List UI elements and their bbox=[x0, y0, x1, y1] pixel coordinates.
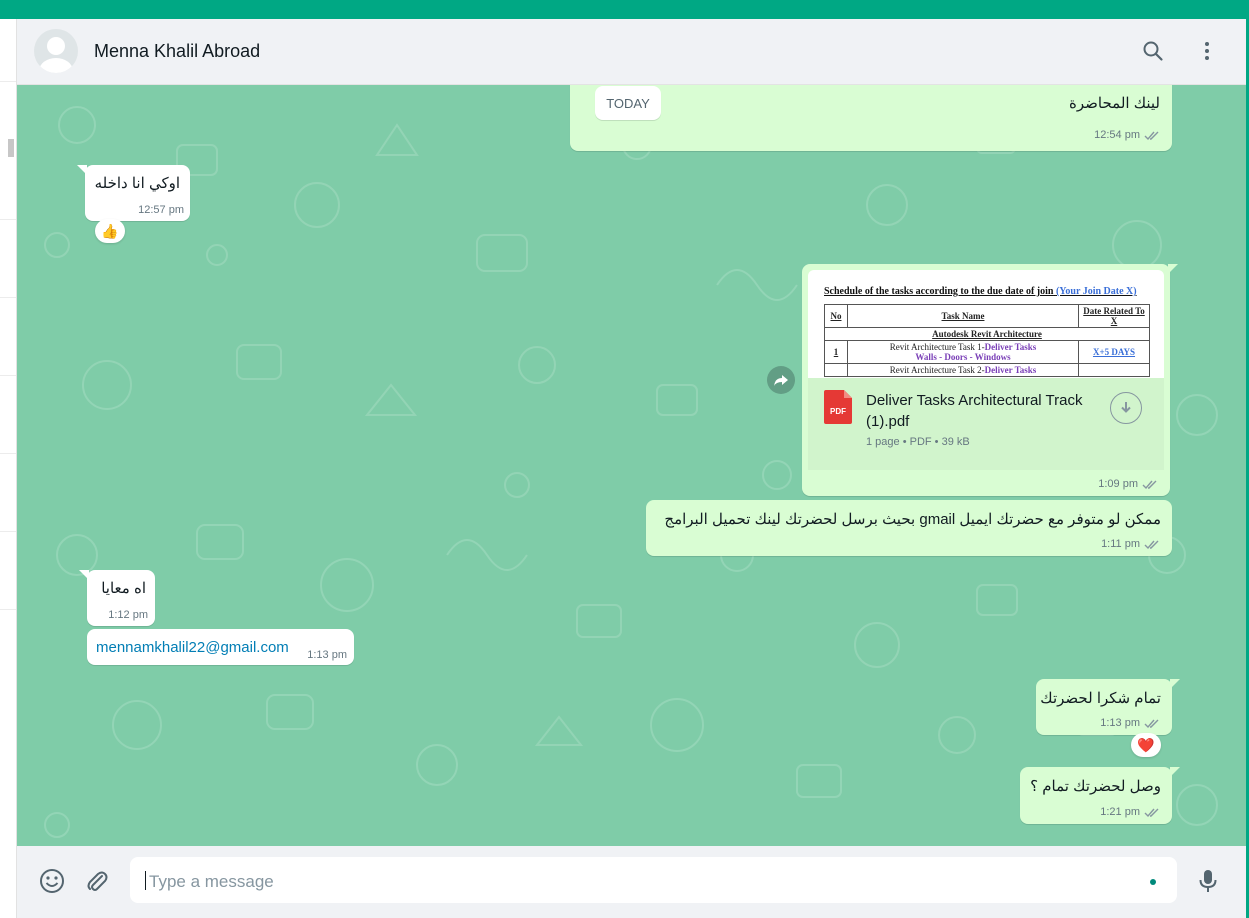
message-meta: 12:54 pm bbox=[1094, 129, 1160, 141]
document-preview[interactable]: Schedule of the tasks according to the d… bbox=[808, 270, 1164, 378]
message-meta: 12:57 pm bbox=[138, 204, 184, 216]
preview-title: Schedule of the tasks according to the d… bbox=[824, 286, 1137, 297]
mic-icon[interactable] bbox=[1194, 867, 1222, 895]
message-text: لينك المحاضرة bbox=[1069, 95, 1160, 112]
message-time: 1:13 pm bbox=[307, 649, 347, 661]
emoji-icon[interactable] bbox=[38, 867, 66, 895]
download-icon bbox=[1121, 402, 1131, 413]
double-check-icon bbox=[1142, 480, 1157, 489]
menu-dots-icon[interactable] bbox=[1195, 39, 1219, 63]
forward-icon bbox=[774, 375, 788, 386]
download-button[interactable] bbox=[1110, 392, 1142, 424]
message-time: 12:54 pm bbox=[1094, 129, 1140, 141]
message-meta: 1:12 pm bbox=[108, 609, 148, 621]
message-incoming[interactable]: اه معايا 1:12 pm bbox=[79, 570, 155, 626]
message-time: 1:12 pm bbox=[108, 609, 148, 621]
double-check-icon bbox=[1144, 719, 1159, 728]
double-check-icon bbox=[1144, 808, 1159, 817]
message-text: تمام شكرا لحضرتك bbox=[1040, 690, 1161, 707]
message-meta: 1:09 pm bbox=[1098, 478, 1158, 490]
message-outgoing[interactable]: تمام شكرا لحضرتك 1:13 pm bbox=[1036, 679, 1180, 735]
message-outgoing[interactable]: ممكن لو متوفر مع حضرتك ايميل gmail بحيث … bbox=[646, 500, 1172, 556]
double-check-icon bbox=[1144, 131, 1159, 140]
message-outgoing[interactable]: TODAY لينك المحاضرة 12:54 pm bbox=[570, 85, 1172, 151]
message-text: اه معايا bbox=[101, 580, 146, 597]
message-time: 1:11 pm bbox=[1101, 538, 1140, 550]
message-outgoing[interactable]: وصل لحضرتك تمام ؟ 1:21 pm bbox=[1020, 767, 1180, 824]
message-input-placeholder: Type a message bbox=[149, 872, 274, 891]
chat-list-edge bbox=[0, 19, 17, 918]
document-name[interactable]: Deliver Tasks Architectural Track (1).pd… bbox=[866, 390, 1106, 432]
message-time: 1:09 pm bbox=[1098, 478, 1138, 490]
forward-button[interactable] bbox=[767, 366, 795, 394]
composer-bar: Type a message bbox=[17, 846, 1246, 918]
document-info-bar[interactable]: PDF Deliver Tasks Architectural Track (1… bbox=[808, 378, 1164, 470]
message-meta: 1:11 pm bbox=[1101, 538, 1160, 550]
reaction-thumbs-up-icon[interactable]: 👍 bbox=[95, 219, 125, 243]
top-accent-bar bbox=[0, 0, 1249, 19]
email-link[interactable]: mennamkhalil22@gmail.com bbox=[96, 639, 289, 656]
document-info: 1 page • PDF • 39 kB bbox=[866, 436, 970, 448]
date-chip: TODAY bbox=[595, 86, 661, 120]
message-document[interactable]: Schedule of the tasks according to the d… bbox=[802, 264, 1178, 496]
text-caret bbox=[145, 871, 146, 890]
attach-icon[interactable] bbox=[83, 867, 111, 895]
message-text: ممكن لو متوفر مع حضرتك ايميل gmail بحيث … bbox=[664, 511, 1161, 528]
message-input[interactable]: Type a message bbox=[130, 857, 1177, 903]
message-meta: 1:13 pm bbox=[307, 649, 347, 661]
message-incoming[interactable]: اوكي انا داخله 12:57 pm bbox=[77, 165, 190, 221]
message-incoming[interactable]: mennamkhalil22@gmail.com 1:13 pm bbox=[87, 629, 354, 665]
conversation-header[interactable]: Menna Khalil Abroad bbox=[17, 19, 1246, 85]
message-meta: 1:21 pm bbox=[1100, 806, 1160, 818]
message-time: 1:13 pm bbox=[1100, 717, 1140, 729]
double-check-icon bbox=[1144, 540, 1159, 549]
svg-text:PDF: PDF bbox=[830, 407, 846, 416]
message-meta: 1:13 pm bbox=[1100, 717, 1160, 729]
status-dot bbox=[1150, 879, 1156, 885]
message-list[interactable]: TODAY لينك المحاضرة 12:54 pm اوكي انا دا… bbox=[17, 85, 1246, 846]
message-text: اوكي انا داخله bbox=[94, 175, 180, 192]
reaction-heart-icon[interactable]: ❤️ bbox=[1131, 733, 1161, 757]
search-icon[interactable] bbox=[1141, 39, 1165, 63]
chat-list-scrollbar[interactable] bbox=[8, 139, 14, 157]
message-text: وصل لحضرتك تمام ؟ bbox=[1030, 778, 1161, 795]
avatar[interactable] bbox=[34, 29, 78, 73]
pdf-file-icon: PDF bbox=[824, 390, 852, 424]
contact-name[interactable]: Menna Khalil Abroad bbox=[94, 41, 260, 62]
message-time: 1:21 pm bbox=[1100, 806, 1140, 818]
message-time: 12:57 pm bbox=[138, 204, 184, 216]
preview-table: No Task Name Date Related To X Autodesk … bbox=[824, 304, 1150, 377]
